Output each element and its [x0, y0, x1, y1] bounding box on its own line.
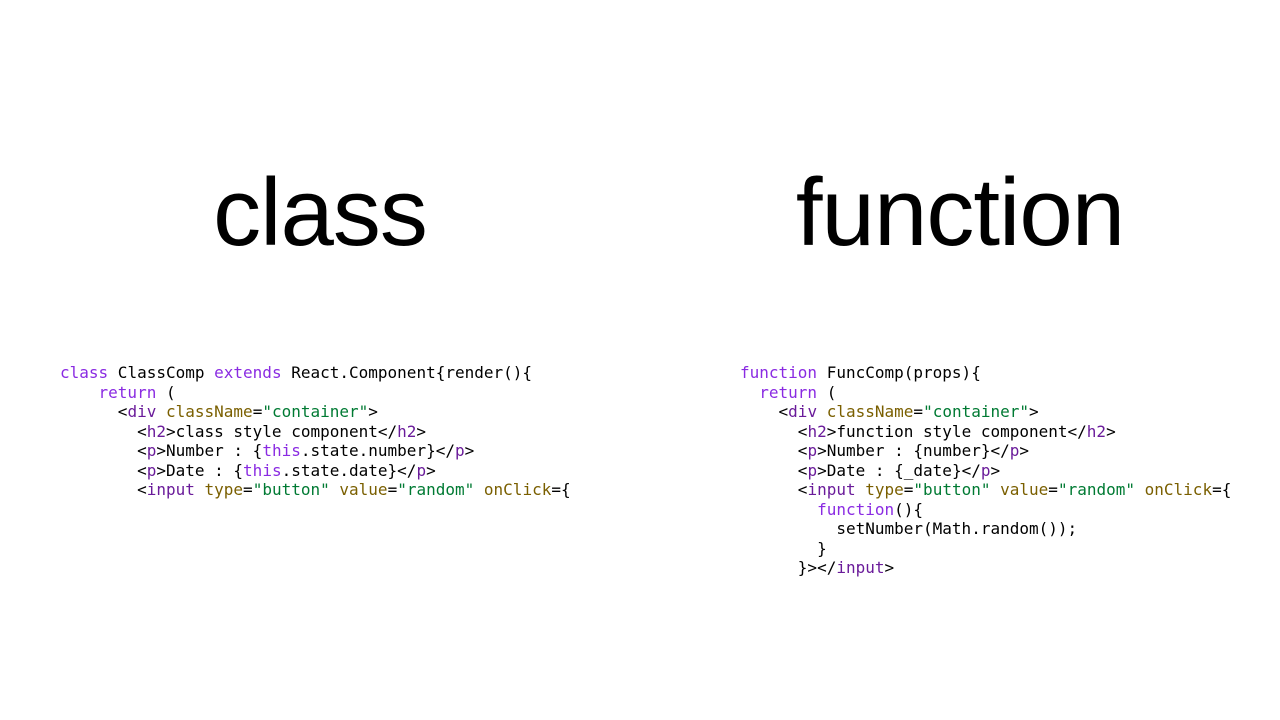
code-block-function: function FuncComp(props){ return ( <div …: [740, 363, 1231, 578]
left-column: class class ClassComp extends React.Comp…: [0, 0, 640, 720]
heading-class: class: [0, 165, 640, 261]
heading-function: function: [640, 165, 1280, 261]
slide: class class ClassComp extends React.Comp…: [0, 0, 1280, 720]
code-block-class: class ClassComp extends React.Component{…: [60, 363, 571, 500]
right-column: function function FuncComp(props){ retur…: [640, 0, 1280, 720]
